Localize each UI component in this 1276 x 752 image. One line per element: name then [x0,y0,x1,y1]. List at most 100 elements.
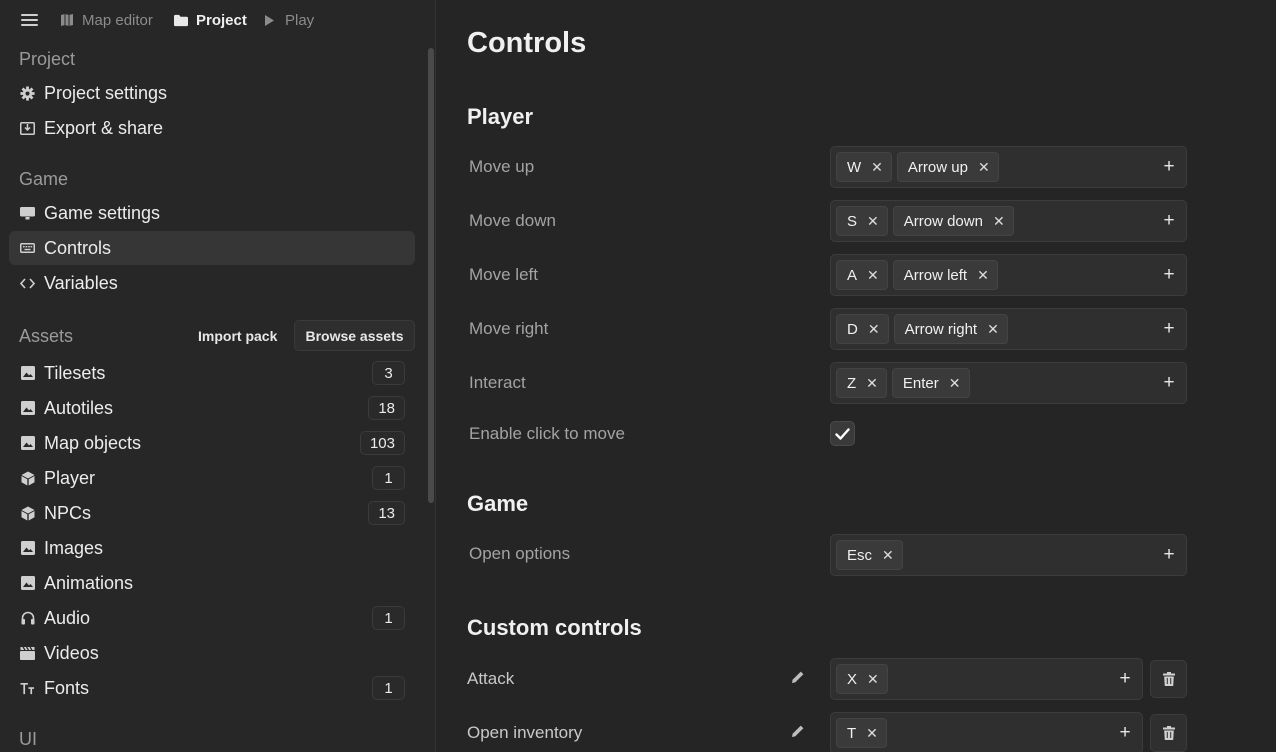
key-chip: Arrow up ✕ [896,152,999,182]
add-key-icon[interactable]: + [1116,668,1134,690]
key-chip: Z ✕ [836,368,887,398]
keybinding-field-interact[interactable]: Z ✕ Enter ✕ + [830,362,1187,404]
key-label: Enter [902,374,939,392]
click-to-move-checkbox[interactable] [830,421,855,446]
sidebar-item-fonts[interactable]: Fonts 1 [9,671,415,705]
sidebar-item-map-objects[interactable]: Map objects 103 [9,426,415,460]
hamburger-menu-icon[interactable] [21,14,38,26]
keybinding-field-open-options[interactable]: Esc ✕ + [830,534,1187,576]
sidebar-item-controls[interactable]: Controls [9,231,415,265]
sidebar-item-label: Fonts [44,677,90,698]
trash-icon [1162,672,1175,686]
add-key-icon[interactable]: + [1116,722,1134,744]
click-to-move-label: Enable click to move [469,424,625,443]
add-key-icon[interactable]: + [1160,210,1178,232]
sidebar-item-autotiles[interactable]: Autotiles 18 [9,391,415,425]
key-chip: Esc ✕ [836,540,903,570]
breadcrumb-project[interactable]: Project [174,11,247,29]
remove-key-icon[interactable]: ✕ [867,267,879,284]
count-badge: 1 [372,466,405,490]
clapperboard-icon [20,646,35,661]
sidebar-item-game-settings[interactable]: Game settings [9,196,415,230]
key-chip: Arrow down ✕ [892,206,1014,236]
sidebar: Map editor Project Play Project Project … [0,0,436,752]
section-title-game-controls: Game [467,491,529,516]
sidebar-item-player[interactable]: Player 1 [9,461,415,495]
add-key-icon[interactable]: + [1160,372,1178,394]
key-label: Arrow up [907,158,968,176]
sidebar-item-images[interactable]: Images [9,531,415,565]
section-title-project: Project [19,49,76,69]
count-badge: 13 [368,501,405,525]
keybinding-field-move-up[interactable]: W ✕ Arrow up ✕ + [830,146,1187,188]
cube-icon [20,471,35,486]
page-title: Controls [467,27,587,59]
section-title-custom-controls: Custom controls [467,615,642,640]
keybinding-field-move-right[interactable]: D ✕ Arrow right ✕ + [830,308,1187,350]
delete-control-button[interactable] [1150,660,1187,698]
sidebar-item-audio[interactable]: Audio 1 [9,601,415,635]
breadcrumb-play[interactable]: Play [264,11,314,29]
add-key-icon[interactable]: + [1160,318,1178,340]
remove-key-icon[interactable]: ✕ [871,159,883,176]
sidebar-item-export-share[interactable]: Export & share [9,111,415,145]
import-pack-button[interactable]: Import pack [198,322,277,350]
key-label: T [847,724,857,742]
remove-key-icon[interactable]: ✕ [867,213,879,230]
remove-key-icon[interactable]: ✕ [978,159,990,176]
key-label: W [847,158,862,176]
sidebar-item-label: NPCs [44,502,92,523]
map-icon [60,13,74,27]
key-chip: Enter ✕ [891,368,970,398]
image-icon [20,366,35,381]
remove-key-icon[interactable]: ✕ [867,671,879,688]
sidebar-scrollbar[interactable] [428,48,434,503]
key-label: Z [847,374,857,392]
sidebar-item-tilesets[interactable]: Tilesets 3 [9,356,415,390]
add-key-icon[interactable]: + [1160,264,1178,286]
sidebar-item-label: Game settings [44,202,161,223]
remove-key-icon[interactable]: ✕ [987,321,999,338]
add-key-icon[interactable]: + [1160,544,1178,566]
sidebar-item-label: Project settings [44,82,168,103]
remove-key-icon[interactable]: ✕ [868,321,880,338]
keybinding-field-attack[interactable]: X ✕ + [830,658,1143,700]
delete-control-button[interactable] [1150,714,1187,752]
sidebar-item-variables[interactable]: Variables [9,266,415,300]
control-label-move-up: Move up [469,157,535,176]
breadcrumb-label: Play [285,11,315,29]
keybinding-field-open-inventory[interactable]: T ✕ + [830,712,1143,752]
count-badge: 3 [372,361,405,385]
count-badge: 1 [372,606,405,630]
remove-key-icon[interactable]: ✕ [882,547,894,564]
edit-pencil-icon[interactable] [789,668,807,686]
add-key-icon[interactable]: + [1160,156,1178,178]
sidebar-item-npcs[interactable]: NPCs 13 [9,496,415,530]
remove-key-icon[interactable]: ✕ [949,375,961,392]
key-chip: D ✕ [836,314,889,344]
sidebar-item-label: Variables [44,272,118,293]
remove-key-icon[interactable]: ✕ [993,213,1005,230]
edit-pencil-icon[interactable] [789,722,807,740]
remove-key-icon[interactable]: ✕ [866,375,878,392]
monitor-icon [20,206,35,221]
count-badge: 1 [372,676,405,700]
key-chip: Arrow right ✕ [893,314,1008,344]
keybinding-field-move-down[interactable]: S ✕ Arrow down ✕ + [830,200,1187,242]
sidebar-item-videos[interactable]: Videos [9,636,415,670]
remove-key-icon[interactable]: ✕ [977,267,989,284]
browse-assets-button[interactable]: Browse assets [294,320,415,351]
font-icon [20,681,35,696]
remove-key-icon[interactable]: ✕ [866,725,878,742]
keyboard-icon [20,241,35,256]
breadcrumb-map-editor[interactable]: Map editor [60,11,153,29]
sidebar-item-project-settings[interactable]: Project settings [9,76,415,110]
key-label: S [847,212,858,230]
keybinding-field-move-left[interactable]: A ✕ Arrow left ✕ + [830,254,1187,296]
image-icon [20,576,35,591]
sidebar-item-label: Autotiles [44,397,114,418]
sidebar-item-animations[interactable]: Animations [9,566,415,600]
image-icon [20,436,35,451]
sidebar-item-label: Animations [44,572,134,593]
custom-control-label-attack: Attack [467,669,515,688]
